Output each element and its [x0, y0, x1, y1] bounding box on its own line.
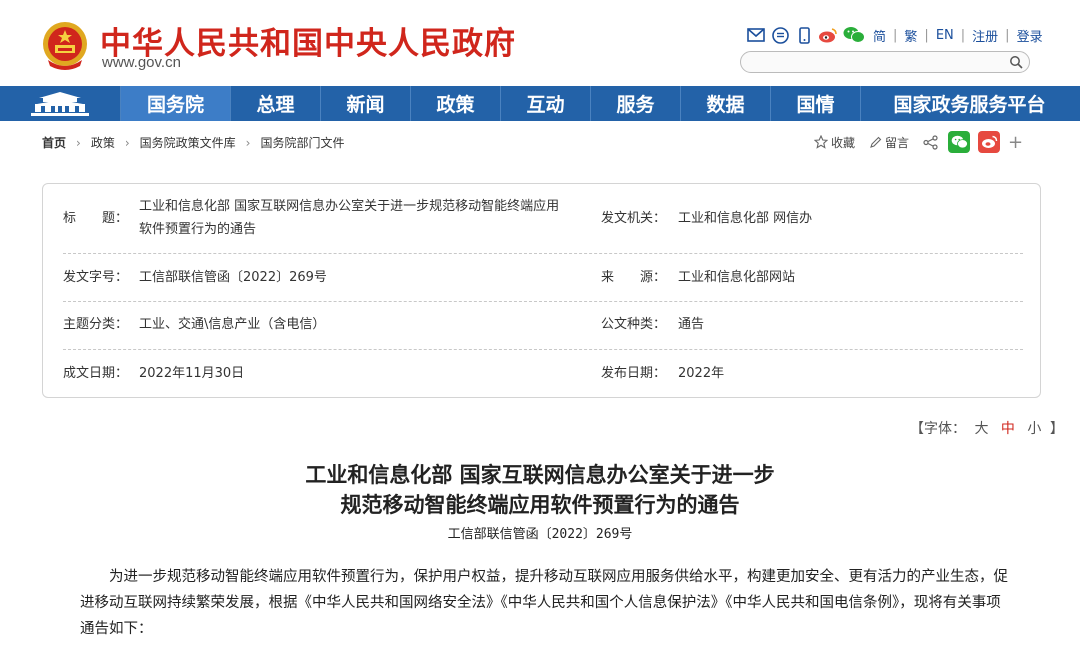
info-row-topic: 主题分类： 工业、交通\信息产业（含电信） 公文种类： 通告: [63, 302, 1023, 350]
lang-simplified-link[interactable]: 简: [870, 26, 889, 45]
search-box: [740, 51, 1030, 73]
chevron-right-icon: ›: [124, 135, 130, 150]
font-size-prefix: 【字体：: [910, 421, 966, 437]
star-icon: [814, 135, 828, 149]
favorite-button[interactable]: 收藏: [814, 134, 855, 151]
comment-label: 留言: [885, 135, 910, 150]
national-emblem-icon[interactable]: [40, 20, 90, 72]
doctype-value: 通告: [678, 317, 705, 332]
main-nav: 国务院 总理 新闻 政策 互动 服务 数据 国情 国家政务服务平台: [0, 86, 1080, 121]
wechat-icon: [951, 135, 968, 149]
nav-item-data[interactable]: 数据: [680, 86, 770, 121]
written-date-value: 2022年11月30日: [139, 366, 245, 381]
published-date-label: 发布日期：: [601, 366, 667, 381]
topic-label: 主题分类：: [63, 317, 129, 332]
breadcrumb: 首页 › 政策 › 国务院政策文件库 › 国务院部门文件: [42, 134, 345, 151]
site-url[interactable]: www.gov.cn: [102, 54, 181, 71]
font-size-selector: 【字体： 大 中 小 】: [910, 418, 1064, 438]
page-actions: 收藏 留言 +: [814, 130, 1023, 154]
info-row-docno: 发文字号： 工信部联信管函〔2022〕269号 来 源： 工业和信息化部网站: [63, 254, 1023, 302]
register-link[interactable]: 注册: [969, 26, 1001, 45]
published-date-value: 2022年: [678, 366, 725, 381]
nav-item-interaction[interactable]: 互动: [500, 86, 590, 121]
lang-traditional-link[interactable]: 繁: [901, 26, 920, 45]
search-input[interactable]: [751, 54, 1001, 70]
source-label: 来 源：: [601, 270, 667, 285]
share-wechat-button[interactable]: [948, 131, 971, 153]
article-title: 工业和信息化部 国家互联网信息办公室关于进一步 规范移动智能终端应用软件预置行为…: [0, 460, 1080, 520]
wechat-icon[interactable]: [842, 25, 866, 45]
weibo-icon: [981, 135, 997, 148]
article-title-line2: 规范移动智能终端应用软件预置行为的通告: [340, 492, 740, 517]
separator: |: [1005, 27, 1010, 43]
favorite-label: 收藏: [831, 135, 856, 150]
weibo-icon[interactable]: [818, 25, 838, 45]
title-value-line1: 工业和信息化部 国家互联网信息办公室关于进一步规范移动智能终端应用: [139, 199, 560, 214]
nav-item-gov-service-platform[interactable]: 国家政务服务平台: [860, 86, 1078, 121]
title-value-line2: 软件预置行为的通告: [139, 222, 257, 237]
share-button[interactable]: [923, 134, 938, 150]
issuer-label: 发文机关：: [601, 211, 667, 226]
nav-item-national-info[interactable]: 国情: [770, 86, 860, 121]
topic-value: 工业、交通\信息产业（含电信）: [139, 317, 326, 332]
more-share-button[interactable]: +: [1008, 132, 1023, 153]
chevron-right-icon: ›: [76, 135, 81, 150]
separator: |: [960, 27, 966, 43]
breadcrumb-department-docs[interactable]: 国务院部门文件: [260, 134, 344, 151]
written-date-label: 成文日期：: [63, 366, 129, 381]
mobile-icon[interactable]: [794, 25, 814, 45]
site-header: 中华人民共和国中央人民政府 www.gov.cn 简 | 繁 | EN | 注册…: [0, 0, 1080, 86]
search-icon[interactable]: [1009, 55, 1023, 69]
share-icon: [923, 134, 938, 150]
info-row-title: 标 题： 工业和信息化部 国家互联网信息办公室关于进一步规范移动智能终端应用 软…: [63, 184, 1023, 254]
share-weibo-button[interactable]: [978, 131, 1001, 153]
issuer-value: 工业和信息化部 网信办: [678, 211, 813, 226]
article-paragraph: 为进一步规范移动智能终端应用软件预置行为，保护用户权益，提升移动互联网应用服务供…: [80, 569, 1008, 637]
info-row-dates: 成文日期： 2022年11月30日 发布日期： 2022年: [63, 350, 1023, 398]
font-size-medium[interactable]: 中: [1001, 421, 1015, 437]
nav-item-policy[interactable]: 政策: [410, 86, 500, 121]
tiananmen-logo-icon[interactable]: [0, 86, 120, 121]
breadcrumb-policy[interactable]: 政策: [91, 134, 115, 151]
comment-button[interactable]: 留言: [869, 134, 909, 151]
document-info-table: 标 题： 工业和信息化部 国家互联网信息办公室关于进一步规范移动智能终端应用 软…: [42, 183, 1041, 398]
lang-english-link[interactable]: EN: [933, 28, 957, 43]
pen-icon: [870, 136, 882, 148]
article-doc-number: 工信部联信管函〔2022〕269号: [447, 527, 633, 542]
top-tools: 简 | 繁 | EN | 注册 | 登录: [746, 24, 1046, 46]
separator: |: [893, 27, 898, 43]
breadcrumb-home[interactable]: 首页: [42, 134, 66, 151]
font-size-small[interactable]: 小: [1027, 421, 1041, 437]
nav-item-news[interactable]: 新闻: [320, 86, 410, 121]
font-size-large[interactable]: 大: [974, 421, 988, 437]
doctype-label: 公文种类：: [601, 317, 667, 332]
breadcrumb-policy-library[interactable]: 国务院政策文件库: [140, 134, 236, 151]
message-icon[interactable]: [770, 25, 790, 45]
docno-label: 发文字号：: [63, 270, 129, 285]
separator: |: [924, 27, 929, 43]
article-title-line1: 工业和信息化部 国家互联网信息办公室关于进一步: [305, 462, 775, 487]
docno-value: 工信部联信管函〔2022〕269号: [139, 270, 327, 285]
source-value: 工业和信息化部网站: [678, 270, 796, 285]
nav-item-premier[interactable]: 总理: [230, 86, 320, 121]
font-size-suffix: 】: [1049, 421, 1064, 437]
chevron-right-icon: ›: [245, 135, 251, 150]
mail-icon[interactable]: [746, 25, 766, 45]
title-label: 标 题：: [63, 211, 129, 226]
login-link[interactable]: 登录: [1014, 26, 1046, 45]
nav-item-service[interactable]: 服务: [590, 86, 680, 121]
nav-item-state-council[interactable]: 国务院: [120, 86, 230, 121]
